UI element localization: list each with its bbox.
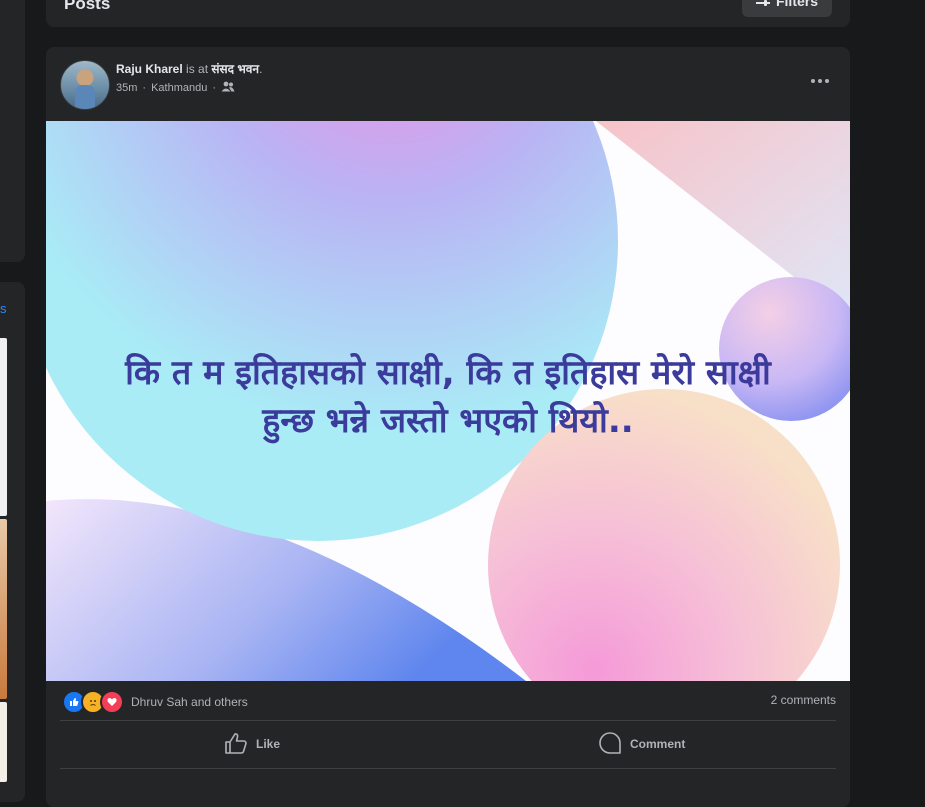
reactors-text[interactable]: Dhruv Sah and others xyxy=(131,695,248,709)
photo-thumbnail[interactable] xyxy=(0,702,7,782)
comment-icon xyxy=(598,731,622,758)
is-at-text: is at xyxy=(186,62,209,76)
photo-thumbnail[interactable] xyxy=(0,338,7,516)
period-text: . xyxy=(259,62,263,76)
love-reaction-icon xyxy=(100,690,124,714)
filters-label: Filters xyxy=(775,0,818,9)
post-text-line: कि त म इतिहासको साक्षी, कि त इतिहास मेरो… xyxy=(125,353,771,393)
post-meta: 35m · Kathmandu · xyxy=(116,81,235,95)
see-all-link[interactable]: s xyxy=(0,301,7,316)
meta-separator: · xyxy=(212,82,217,94)
avatar-figure xyxy=(75,85,95,109)
filters-button[interactable]: Filters xyxy=(742,0,832,17)
post-card: Raju Kharel is at संसद भवन. 35m · Kathma… xyxy=(46,47,850,807)
more-options-icon[interactable] xyxy=(808,69,832,93)
meta-separator: · xyxy=(142,82,147,94)
left-sidebar-card xyxy=(0,0,25,262)
divider xyxy=(60,720,836,721)
comment-button[interactable]: Comment xyxy=(598,730,685,758)
reactions-summary[interactable]: Dhruv Sah and others xyxy=(62,690,248,714)
comments-count[interactable]: 2 comments xyxy=(771,693,836,707)
post-text-line: हुन्छ भन्ने जस्तो भएको थियो.. xyxy=(262,401,634,441)
post-author-line: Raju Kharel is at संसद भवन. xyxy=(116,60,262,77)
divider xyxy=(60,768,836,769)
posts-title: Posts xyxy=(64,0,111,13)
photo-thumbnail[interactable] xyxy=(0,519,7,699)
friends-icon xyxy=(221,81,235,95)
avatar[interactable] xyxy=(60,60,110,110)
posts-header: Posts Filters xyxy=(46,0,850,27)
like-button[interactable]: Like xyxy=(224,730,280,758)
author-name[interactable]: Raju Kharel xyxy=(116,62,183,76)
post-time[interactable]: 35m xyxy=(116,82,137,94)
post-background-image[interactable]: कि त म इतिहासको साक्षी, कि त इतिहास मेरो… xyxy=(46,121,850,681)
filter-icon xyxy=(755,0,770,9)
comment-label: Comment xyxy=(630,737,686,751)
post-location[interactable]: Kathmandu xyxy=(151,82,207,94)
like-icon xyxy=(224,732,248,757)
post-text: कि त म इतिहासको साक्षी, कि त इतिहास मेरो… xyxy=(46,349,850,445)
like-label: Like xyxy=(256,737,281,751)
place-link[interactable]: संसद भवन xyxy=(211,62,259,76)
